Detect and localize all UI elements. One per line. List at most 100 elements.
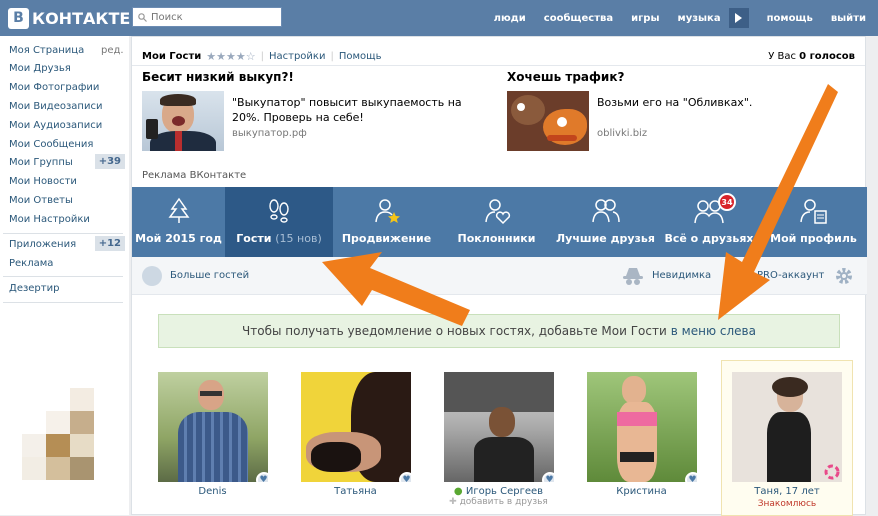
ad-title[interactable]: Бесит низкий выкуп?! [142, 70, 472, 84]
toolbar: Больше гостей Невидимка PRO-аккаунт [132, 257, 867, 295]
menu-messages[interactable]: Мои Сообщения [9, 139, 93, 150]
gear-icon[interactable] [834, 266, 854, 286]
menu-audio[interactable]: Мои Аудиозаписи [9, 120, 102, 131]
guest-card[interactable]: ♥ Татьяна [299, 372, 412, 497]
tab-guests[interactable]: Гости (15 нов) [225, 187, 333, 257]
search-box[interactable] [132, 7, 282, 27]
notice-text: Чтобы получать уведомление о новых гостя… [242, 324, 667, 338]
ad-domain[interactable]: oblivki.biz [597, 128, 647, 139]
guest-name[interactable]: Таня, 17 лет [722, 486, 852, 497]
more-guests-link[interactable]: Больше гостей [170, 270, 249, 281]
tab-label: Лучшие друзья [556, 232, 655, 245]
tab-promotion[interactable]: Продвижение [333, 187, 440, 257]
guest-photo[interactable]: ♥ [301, 372, 411, 482]
guest-name[interactable]: Denis [156, 486, 269, 497]
menu-ads[interactable]: Реклама [9, 258, 53, 269]
play-icon[interactable] [729, 8, 749, 28]
menu-apps[interactable]: Приложения [9, 239, 76, 250]
votes-value[interactable]: 0 голосов [799, 51, 855, 62]
vk-logo-mark: В [8, 8, 29, 29]
menu-answers[interactable]: Мои Ответы [9, 195, 73, 206]
ad-domain[interactable]: выкупатор.рф [232, 128, 307, 139]
search-input[interactable] [151, 12, 271, 23]
ad-image[interactable] [142, 91, 224, 151]
menu-deserter[interactable]: Дезертир [9, 283, 59, 294]
menu-my-page[interactable]: Моя Страница [9, 45, 84, 56]
nav-people[interactable]: люди [494, 13, 526, 24]
ad-text: Возьми его на "Обливках". [597, 95, 827, 110]
menu-photos[interactable]: Мои Фотографии [9, 82, 99, 93]
guest-card[interactable]: ♥ Кристина [585, 372, 698, 497]
votes-label: У Вас [768, 51, 796, 62]
tab-my-profile[interactable]: Мой профиль [760, 187, 867, 257]
nav-help[interactable]: помощь [767, 13, 813, 24]
heart-icon[interactable]: ♥ [685, 472, 697, 482]
tab-best-friends[interactable]: Лучшие друзья [553, 187, 658, 257]
menu-friends[interactable]: Мои Друзья [9, 63, 71, 74]
tab-about-friends[interactable]: 34 Всё о друзьях [658, 187, 760, 257]
tab-label: Всё о друзьях [664, 232, 753, 245]
vk-logo-text: КОНТАКТЕ [32, 9, 130, 28]
menu-divider [3, 233, 123, 234]
ad-block[interactable]: Бесит низкий выкуп?! "Выкупатор" повысит… [142, 70, 472, 155]
menu-settings[interactable]: Мои Настройки [9, 214, 90, 225]
guest-name[interactable]: Кристина [585, 486, 698, 497]
ad-image[interactable] [507, 91, 589, 151]
profile-card-icon [799, 197, 829, 225]
notification-badge: 34 [718, 193, 736, 211]
top-bar: В КОНТАКТЕ люди сообщества игры музыка п… [0, 0, 878, 36]
add-friend-link: ✚ добавить в друзья [442, 497, 555, 507]
settings-link[interactable]: Настройки [269, 51, 325, 62]
best-friends-icon [591, 197, 621, 225]
tab-admirers[interactable]: Поклонники [440, 187, 553, 257]
guest-name[interactable]: Игорь Сергеев [466, 486, 543, 497]
menu-edit-link[interactable]: ред. [101, 45, 124, 56]
guest-card-highlighted[interactable]: Таня, 17 лет Знакомлюсь [721, 360, 853, 516]
guest-photo[interactable] [732, 372, 842, 482]
vk-logo[interactable]: В КОНТАКТЕ [8, 7, 130, 29]
tab-my-year[interactable]: Мой 2015 год [132, 187, 225, 257]
ads-label[interactable]: Реклама ВКонтакте [142, 170, 246, 181]
menu-videos[interactable]: Мои Видеозаписи [9, 101, 102, 112]
person-heart-icon [483, 197, 511, 225]
menu-divider [3, 302, 123, 303]
tab-label: Поклонники [458, 232, 536, 245]
invisible-link[interactable]: Невидимка [652, 270, 711, 281]
nav-communities[interactable]: сообщества [544, 13, 613, 24]
tab-sub-count: (15 нов) [275, 232, 321, 245]
heart-icon[interactable]: ♥ [399, 472, 411, 482]
more-guests-icon[interactable] [142, 266, 162, 286]
pro-account-link[interactable]: PRO-аккаунт [757, 270, 824, 281]
tab-label: Продвижение [342, 232, 431, 245]
guest-card[interactable]: ♥ ● Игорь Сергеев ✚ добавить в друзья [442, 372, 555, 507]
apps-count-badge: +12 [95, 236, 125, 251]
ad-block[interactable]: Хочешь трафик? Возьми его на "Обливках".… [507, 70, 837, 155]
guest-name[interactable]: Татьяна [299, 486, 412, 497]
notice-link[interactable]: в меню слева [671, 324, 756, 338]
tab-label: Мой профиль [770, 232, 857, 245]
guest-card[interactable]: ♥ Denis [156, 372, 269, 497]
nav-logout[interactable]: выйти [831, 13, 866, 24]
rating-stars-icon: ★★★★☆ [206, 50, 255, 63]
notice-banner: Чтобы получать уведомление о новых гостя… [158, 314, 840, 348]
menu-divider [3, 276, 123, 277]
app-header: Мои Гости ★★★★☆ | Настройки | Помощь У В… [142, 47, 855, 65]
ad-text: "Выкупатор" повысит выкупаемость на 20%.… [232, 95, 462, 125]
help-link[interactable]: Помощь [339, 51, 382, 62]
ad-title[interactable]: Хочешь трафик? [507, 70, 837, 84]
guest-photo[interactable]: ♥ [444, 372, 554, 482]
heart-icon[interactable]: ♥ [256, 472, 268, 482]
heart-icon[interactable]: ♥ [542, 472, 554, 482]
nav-games[interactable]: игры [631, 13, 659, 24]
tree-icon [166, 197, 192, 225]
app-title[interactable]: Мои Гости [142, 51, 201, 62]
loading-spinner-icon [824, 464, 840, 480]
tabs-bar: Мой 2015 год Гости (15 нов) Продвижение … [132, 187, 867, 257]
incognito-icon[interactable] [622, 266, 644, 286]
menu-groups[interactable]: Мои Группы [9, 157, 73, 168]
guest-photo[interactable]: ♥ [158, 372, 268, 482]
guest-photo[interactable]: ♥ [587, 372, 697, 482]
menu-news[interactable]: Мои Новости [9, 176, 77, 187]
nav-music[interactable]: музыка [678, 13, 721, 24]
tab-label: Мой 2015 год [135, 232, 222, 245]
